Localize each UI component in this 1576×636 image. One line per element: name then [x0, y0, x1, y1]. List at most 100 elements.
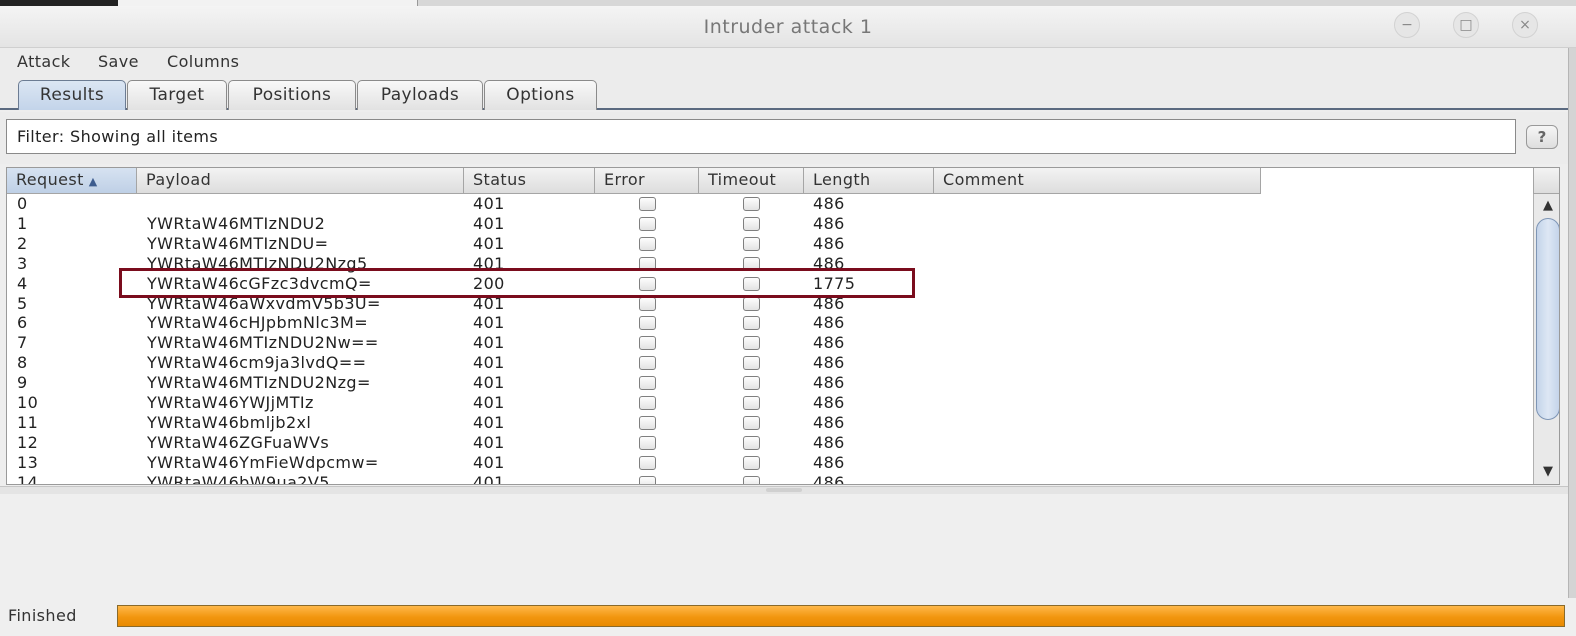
error-checkbox	[639, 236, 656, 251]
timeout-checkbox	[743, 455, 760, 470]
table-row[interactable]: 6 YWRtaW46cHJpbmNlc3M= 401 486	[7, 313, 1261, 333]
scroll-up-icon[interactable]: ▲	[1537, 196, 1559, 216]
column-header-error[interactable]: Error	[595, 168, 699, 194]
table-row[interactable]: 12 YWRtaW46ZGFuaWVs 401 486	[7, 433, 1261, 453]
cell-request: 5	[17, 293, 28, 313]
error-checkbox	[639, 296, 656, 311]
cell-length: 486	[813, 233, 845, 253]
tab-payloads[interactable]: Payloads	[357, 80, 483, 110]
cell-status: 401	[473, 194, 505, 213]
cell-status: 401	[473, 412, 505, 432]
column-header-timeout[interactable]: Timeout	[699, 168, 804, 194]
cell-payload: YWRtaW46cGFzc3dvcmQ=	[147, 273, 372, 293]
cell-status: 401	[473, 393, 505, 412]
cell-payload: YWRtaW46bW9ua2V5	[147, 472, 330, 485]
cell-length: 486	[813, 472, 845, 485]
scroll-down-icon[interactable]: ▼	[1537, 462, 1559, 482]
window-title: Intruder attack 1	[703, 16, 873, 38]
window-right-edge	[1568, 48, 1576, 598]
table-row[interactable]: 14 YWRtaW46bW9ua2V5 401 486	[7, 472, 1261, 485]
error-checkbox	[639, 356, 656, 371]
error-checkbox	[639, 216, 656, 231]
tab-options[interactable]: Options	[484, 80, 597, 110]
cell-payload: YWRtaW46YWJjMTIz	[147, 393, 314, 412]
maximize-button[interactable]: □	[1453, 12, 1479, 38]
filter-section: Filter: Showing all items ?	[0, 112, 1576, 164]
table-row[interactable]: 11 YWRtaW46bmljb2xl 401 486	[7, 413, 1261, 433]
table-row[interactable]: 2 YWRtaW46MTIzNDU= 401 486	[7, 234, 1261, 254]
column-header-status[interactable]: Status	[464, 168, 595, 194]
cell-payload: YWRtaW46MTIzNDU2	[147, 213, 326, 233]
table-row[interactable]: 0 401 486	[7, 194, 1261, 214]
table-row[interactable]: 10 YWRtaW46YWJjMTIz 401 486	[7, 393, 1261, 413]
table-row[interactable]: 5 YWRtaW46aWxvdmV5b3U= 401 486	[7, 294, 1261, 314]
column-header-request[interactable]: Request ▲	[7, 168, 137, 194]
cell-length: 486	[813, 432, 845, 452]
cell-payload: YWRtaW46MTIzNDU2Nzg=	[147, 373, 371, 393]
cell-request: 3	[17, 253, 28, 273]
cell-status: 401	[473, 452, 505, 472]
table-row[interactable]: 13 YWRtaW46YmFieWdpcmw= 401 486	[7, 453, 1261, 473]
timeout-checkbox	[743, 256, 760, 271]
cell-length: 1775	[813, 273, 856, 293]
tab-positions[interactable]: Positions	[228, 80, 356, 110]
timeout-checkbox	[743, 396, 760, 410]
error-checkbox	[639, 276, 656, 291]
table-row[interactable]: 4 YWRtaW46cGFzc3dvcmQ= 200 1775	[7, 274, 1261, 294]
menu-attack[interactable]: Attack	[17, 52, 70, 71]
tab-target[interactable]: Target	[127, 80, 227, 110]
table-body: 0 401 486 1 YWRtaW46MTIzNDU2 401 486 2 YWRtaW46M…	[7, 194, 1261, 485]
pane-splitter[interactable]	[0, 486, 1576, 494]
cell-payload: YWRtaW46MTIzNDU2Nw==	[147, 333, 379, 353]
splitter-grip-icon[interactable]	[766, 488, 802, 492]
error-checkbox	[639, 336, 656, 351]
help-button[interactable]: ?	[1526, 125, 1558, 149]
timeout-checkbox	[743, 376, 760, 391]
cell-request: 8	[17, 353, 28, 373]
cell-payload: YWRtaW46MTIzNDU=	[147, 233, 329, 253]
close-button[interactable]: ×	[1512, 12, 1538, 38]
cell-request: 7	[17, 333, 28, 353]
filter-bar[interactable]: Filter: Showing all items	[6, 119, 1516, 154]
column-header-request-label: Request	[16, 170, 84, 189]
timeout-checkbox	[743, 336, 760, 351]
minimize-button[interactable]: −	[1394, 12, 1420, 38]
table-row[interactable]: 9 YWRtaW46MTIzNDU2Nzg= 401 486	[7, 373, 1261, 393]
timeout-checkbox	[743, 415, 760, 430]
timeout-checkbox	[743, 216, 760, 231]
menu-columns[interactable]: Columns	[167, 52, 239, 71]
cell-payload: YWRtaW46MTIzNDU2Nzg5	[147, 253, 368, 273]
tab-results[interactable]: Results	[18, 80, 126, 110]
progress-fill	[118, 606, 1564, 626]
cell-request: 11	[17, 412, 39, 432]
scrollbar-thumb[interactable]	[1536, 218, 1559, 420]
cell-request: 2	[17, 233, 28, 253]
status-bar: Finished	[0, 598, 1576, 636]
tab-bar: Results Target Positions Payloads Option…	[0, 76, 1576, 110]
cell-request: 12	[17, 432, 39, 452]
table-row[interactable]: 1 YWRtaW46MTIzNDU2 401 486	[7, 214, 1261, 234]
column-header-payload[interactable]: Payload	[137, 168, 464, 194]
column-header-length[interactable]: Length	[804, 168, 934, 194]
cell-length: 486	[813, 194, 845, 213]
timeout-checkbox	[743, 356, 760, 371]
cell-request: 4	[17, 273, 28, 293]
column-header-comment[interactable]: Comment	[934, 168, 1261, 194]
cell-status: 401	[473, 213, 505, 233]
vertical-scrollbar[interactable]: ▲ ▼	[1533, 194, 1559, 484]
error-checkbox	[639, 455, 656, 470]
table-row[interactable]: 8 YWRtaW46cm9ja3lvdQ== 401 486	[7, 353, 1261, 373]
error-checkbox	[639, 256, 656, 271]
table-row[interactable]: 3 YWRtaW46MTIzNDU2Nzg5 401 486	[7, 254, 1261, 274]
table-row[interactable]: 7 YWRtaW46MTIzNDU2Nw== 401 486	[7, 333, 1261, 353]
timeout-checkbox	[743, 236, 760, 251]
timeout-checkbox	[743, 276, 760, 291]
timeout-checkbox	[743, 197, 760, 211]
cell-request: 6	[17, 313, 28, 333]
cell-payload: YWRtaW46cm9ja3lvdQ==	[147, 353, 367, 373]
menu-save[interactable]: Save	[98, 52, 139, 71]
cell-request: 0	[17, 194, 28, 213]
error-checkbox	[639, 316, 656, 331]
menu-bar: Attack Save Columns	[0, 48, 1576, 76]
cell-status: 401	[473, 233, 505, 253]
